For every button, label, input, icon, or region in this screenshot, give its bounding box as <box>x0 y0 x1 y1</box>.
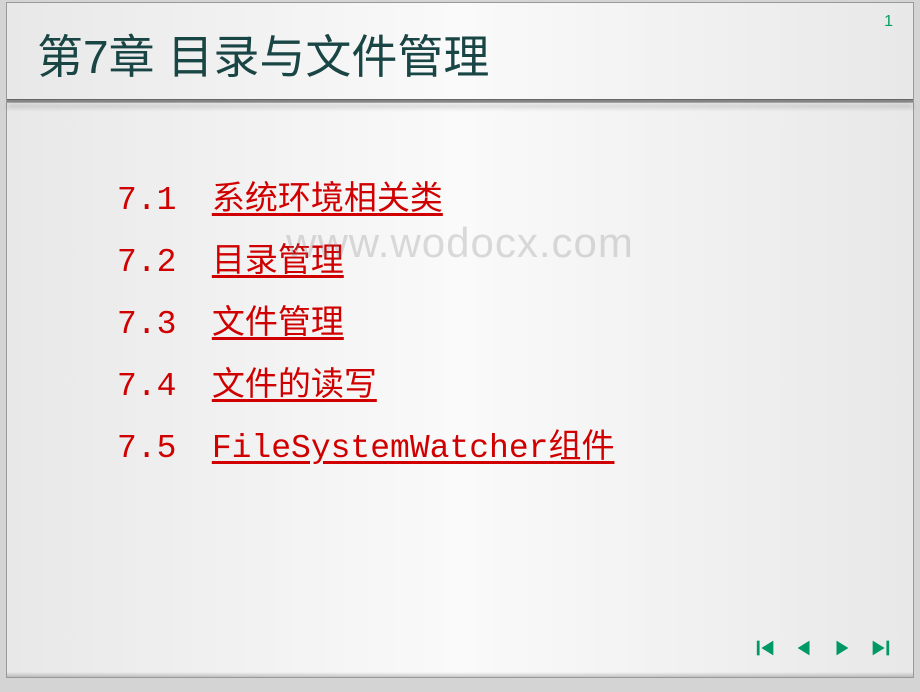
nav-prev-button[interactable] <box>793 637 815 659</box>
bottom-shadow <box>7 672 913 677</box>
toc-item: 7.3 文件管理 <box>117 297 873 353</box>
skip-first-icon <box>755 637 777 659</box>
toc-item: 7.2 目录管理 <box>117 235 873 291</box>
toc-link-system-env[interactable]: 系统环境相关类 <box>212 182 443 219</box>
skip-last-icon <box>869 637 891 659</box>
toc-number: 7.5 <box>117 421 192 477</box>
toc-list: 7.1 系统环境相关类 7.2 目录管理 7.3 文件管理 7.4 文件的读写 … <box>117 173 873 477</box>
slide-container: 1 第7章 目录与文件管理 www.wodocx.com 7.1 系统环境相关类… <box>6 2 914 678</box>
toc-link-file-rw[interactable]: 文件的读写 <box>212 368 377 405</box>
toc-link-directory-mgmt[interactable]: 目录管理 <box>212 244 344 281</box>
nav-first-button[interactable] <box>755 637 777 659</box>
nav-last-button[interactable] <box>869 637 891 659</box>
toc-item: 7.5 FileSystemWatcher组件 <box>117 421 873 477</box>
chapter-title: 第7章 目录与文件管理 <box>7 3 913 99</box>
toc-number: 7.3 <box>117 297 192 353</box>
toc-item: 7.4 文件的读写 <box>117 359 873 415</box>
toc-link-fswatcher[interactable]: FileSystemWatcher组件 <box>212 430 615 467</box>
toc-link-file-mgmt[interactable]: 文件管理 <box>212 306 344 343</box>
triangle-right-icon <box>831 637 853 659</box>
toc-item: 7.1 系统环境相关类 <box>117 173 873 229</box>
toc-number: 7.1 <box>117 173 192 229</box>
nav-controls <box>755 637 891 659</box>
toc-number: 7.2 <box>117 235 192 291</box>
toc-number: 7.4 <box>117 359 192 415</box>
page-number: 1 <box>884 13 893 31</box>
nav-next-button[interactable] <box>831 637 853 659</box>
content-area: www.wodocx.com 7.1 系统环境相关类 7.2 目录管理 7.3 … <box>7 103 913 503</box>
triangle-left-icon <box>793 637 815 659</box>
